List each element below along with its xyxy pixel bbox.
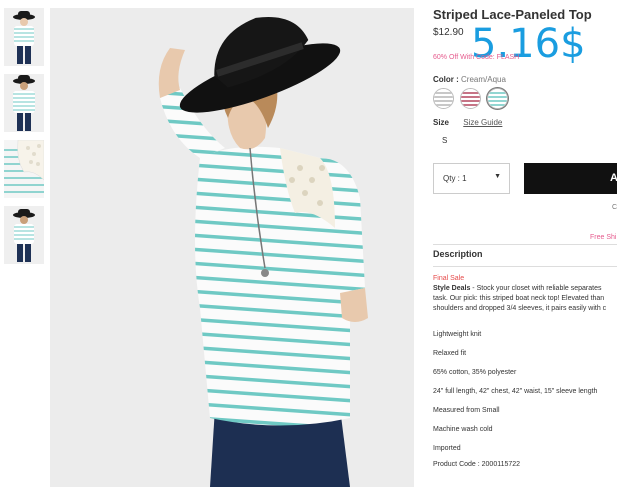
detail-item: Product Code : 2000115722 (433, 461, 521, 468)
free-shipping-link[interactable]: Free Shi (590, 234, 616, 241)
detail-item: Measured from Small (433, 407, 500, 414)
detail-item: 24" full length, 42" chest, 42" waist, 1… (433, 388, 598, 395)
detail-item: 65% cotton, 35% polyester (433, 369, 517, 376)
product-title: Striped Lace-Paneled Top (433, 7, 592, 22)
intro-line-2: task. Our pick: this striped boat neck t… (433, 295, 605, 302)
intro-line-3: shoulders and dropped 3/4 sleeves, it pa… (433, 305, 607, 312)
description-heading: Description (433, 249, 483, 259)
thumbnail-2[interactable] (4, 74, 44, 132)
divider (433, 244, 617, 245)
color-swatches (433, 88, 508, 109)
detail-item: Imported (433, 445, 461, 452)
intro-line-1: - Stock your closet with reliable separa… (470, 285, 602, 292)
thumbnail-4[interactable] (4, 206, 44, 264)
thumbnail-1[interactable] (4, 8, 44, 66)
swatch-cream-red[interactable] (460, 88, 481, 109)
caret-down-icon: ▼ (494, 173, 501, 180)
main-product-image[interactable] (50, 8, 414, 487)
style-deals-label: Style Deals (433, 285, 471, 292)
promo-text: 60% Off With Code: FLASH (433, 54, 520, 61)
color-value: Cream/Aqua (461, 75, 506, 84)
divider (433, 266, 617, 267)
description-intro-1: Style Deals - Stock your closet with rel… (433, 284, 617, 294)
detail-item: Machine wash cold (433, 426, 493, 433)
add-to-bag-button[interactable]: A (524, 163, 617, 194)
description-body: Final Sale Style Deals - Stock your clos… (433, 274, 617, 314)
quantity-select[interactable]: Qty : 1 ▼ (433, 163, 510, 194)
product-info: Striped Lace-Paneled Top $12.90 5.16$ 60… (433, 0, 617, 487)
final-sale-label: Final Sale (433, 275, 465, 282)
size-row: Size Size Guide (433, 118, 502, 127)
detail-item: Relaxed fit (433, 350, 467, 357)
size-guide-link[interactable]: Size Guide (463, 118, 502, 127)
thumbnail-3[interactable] (4, 140, 44, 198)
swatch-cream-grey[interactable] (433, 88, 454, 109)
product-price: $12.90 (433, 27, 464, 38)
color-label: Color : (433, 75, 459, 84)
size-option-s[interactable]: S (442, 136, 447, 145)
swatch-cream-aqua[interactable] (487, 88, 508, 109)
quantity-value: Qty : 1 (443, 174, 467, 183)
size-label: Size (433, 118, 450, 127)
color-row: Color : Cream/Aqua (433, 75, 506, 84)
clipped-text: C (612, 204, 617, 211)
thumbnail-strip (4, 8, 44, 272)
detail-item: Lightweight knit (433, 331, 482, 338)
